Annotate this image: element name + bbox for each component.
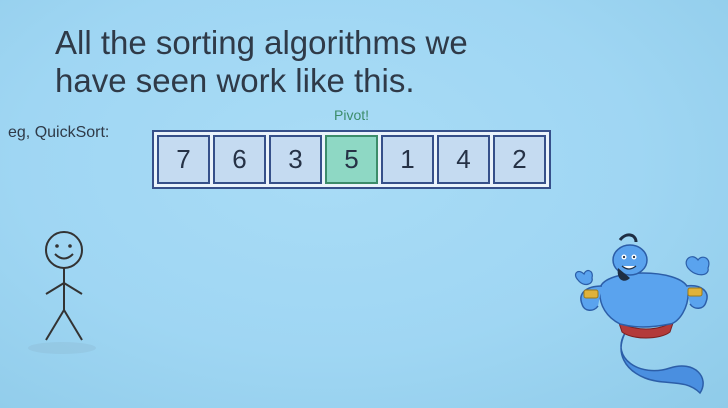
array-cell: 1	[381, 135, 434, 184]
example-label: eg, QuickSort:	[8, 124, 110, 141]
array-cell-pivot: 5	[325, 135, 378, 184]
pivot-label: Pivot!	[334, 107, 370, 123]
stick-figure-illustration	[28, 231, 96, 354]
array-cell: 6	[213, 135, 266, 184]
genie-illustration	[574, 233, 710, 395]
array-cell: 4	[437, 135, 490, 184]
array-cell: 7	[157, 135, 210, 184]
title-line-2: have seen work like this.	[55, 62, 415, 99]
array-cell: 2	[493, 135, 546, 184]
array-cell: 3	[269, 135, 322, 184]
slide-title: All the sorting algorithms we have seen …	[55, 24, 468, 100]
title-line-1: All the sorting algorithms we	[55, 24, 468, 61]
array-box: 7635142	[152, 130, 551, 189]
